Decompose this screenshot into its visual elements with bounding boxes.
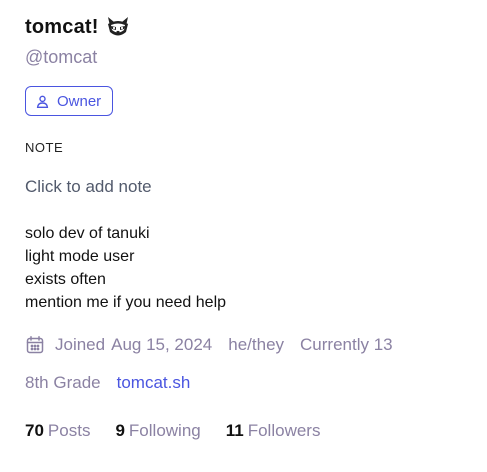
display-name: tomcat!	[25, 15, 99, 38]
following-count: 9	[115, 421, 125, 440]
website-link[interactable]: tomcat.sh	[117, 372, 191, 394]
name-row: tomcat!	[25, 10, 477, 44]
user-icon	[35, 94, 57, 109]
status-text: Currently 13	[300, 335, 393, 354]
followers-stat[interactable]: 11 Followers	[226, 421, 321, 441]
joined-label: Joined	[55, 335, 106, 354]
raccoon-emoji-icon	[105, 14, 131, 40]
followers-count: 11	[225, 421, 244, 440]
owner-role-badge[interactable]: Owner	[25, 86, 114, 116]
following-stat[interactable]: 9 Following	[115, 421, 200, 441]
posts-count: 70	[25, 421, 44, 440]
joined-date: Aug 15, 2024	[111, 335, 213, 354]
profile-stats: 70 Posts 9 Following 11 Followers	[25, 421, 477, 441]
followers-label: Followers	[247, 421, 321, 440]
joined-date-item: Joined Aug 15, 2024	[25, 334, 212, 356]
grade-text: 8th Grade	[25, 373, 101, 392]
user-handle: @tomcat	[25, 47, 98, 67]
profile-meta: Joined Aug 15, 2024 he/they Currently 13…	[25, 334, 465, 394]
posts-label: Posts	[47, 421, 91, 440]
bio: solo dev of tanuki light mode user exist…	[25, 222, 477, 314]
note-heading: NOTE	[25, 140, 64, 155]
role-badge-label: Owner	[57, 92, 102, 110]
bio-line: solo dev of tanuki	[25, 225, 150, 242]
add-note-field[interactable]: Click to add note	[25, 177, 477, 197]
bio-line: mention me if you need help	[25, 294, 227, 311]
following-label: Following	[128, 421, 201, 440]
profile-panel: tomcat! @tomcat Owner NOTE Click to add …	[25, 10, 477, 441]
posts-stat[interactable]: 70 Posts	[25, 421, 90, 441]
bio-line: light mode user	[25, 248, 135, 265]
pronouns: he/they	[228, 335, 285, 354]
calendar-icon	[25, 335, 55, 355]
bio-line: exists often	[25, 271, 106, 288]
